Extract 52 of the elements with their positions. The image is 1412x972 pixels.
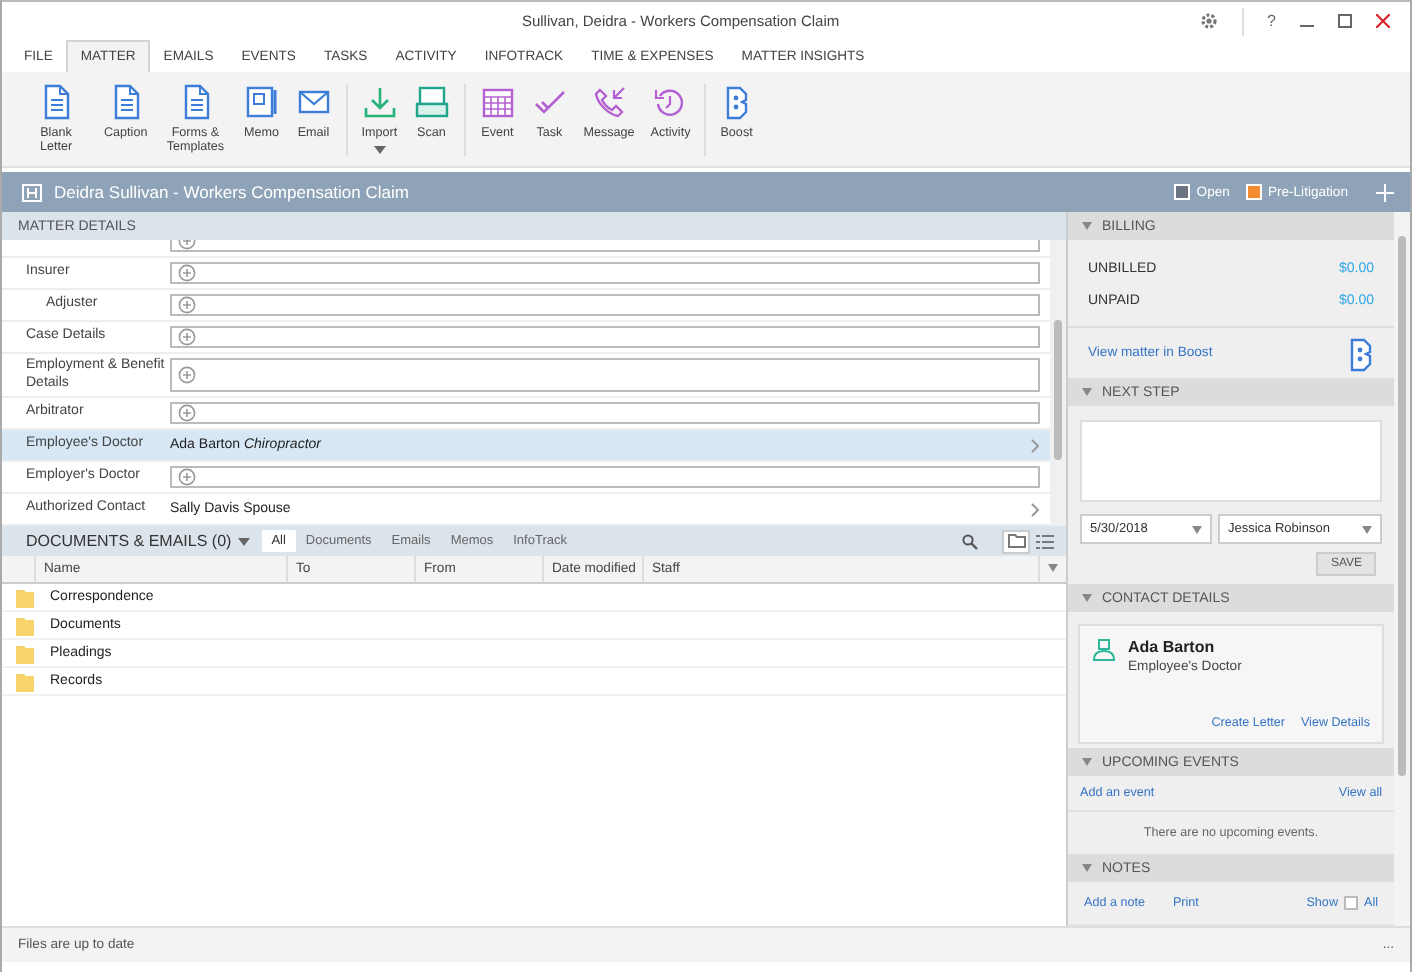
add-icon xyxy=(178,264,196,282)
document-icon xyxy=(40,84,72,120)
phone-icon xyxy=(591,84,627,120)
show-all-checkbox[interactable] xyxy=(1344,896,1358,910)
matter-title: Deidra Sullivan - Workers Compensation Claim xyxy=(54,182,411,202)
add-icon xyxy=(178,328,196,346)
add-icon xyxy=(178,468,196,486)
caret-icon xyxy=(1362,525,1372,533)
maximize-icon[interactable] xyxy=(1338,14,1352,28)
memo-icon xyxy=(243,84,280,120)
input-field[interactable] xyxy=(170,326,1040,348)
caret-icon xyxy=(1192,525,1202,533)
add-icon xyxy=(178,366,196,384)
collapse-icon xyxy=(1082,864,1092,872)
section-title: DOCUMENTS & EMAILS (0) xyxy=(26,532,232,550)
caret-icon xyxy=(373,146,386,155)
input-field[interactable] xyxy=(170,358,1040,392)
matter-icon xyxy=(22,183,42,201)
collapse-icon xyxy=(1082,388,1092,396)
collapse-icon xyxy=(1082,222,1092,230)
dropdown-icon xyxy=(1048,564,1058,572)
scanner-icon xyxy=(413,84,450,120)
boost-icon xyxy=(722,84,751,120)
collapse-icon xyxy=(1082,758,1092,766)
scrollbar[interactable] xyxy=(1394,212,1410,926)
calendar-icon xyxy=(479,84,516,120)
input-field[interactable] xyxy=(170,294,1040,316)
add-icon xyxy=(178,404,196,422)
collapse-icon xyxy=(1082,594,1092,602)
search-icon[interactable] xyxy=(962,533,978,549)
download-icon xyxy=(361,84,398,120)
input-field[interactable] xyxy=(170,262,1040,284)
boost-icon xyxy=(1346,335,1374,371)
chevron-icon xyxy=(1030,437,1040,453)
help-button[interactable]: ? xyxy=(1267,12,1276,30)
person-icon xyxy=(1092,638,1116,662)
history-icon xyxy=(652,84,689,120)
settings-icon[interactable] xyxy=(1199,12,1218,30)
list-view-button[interactable] xyxy=(1030,529,1058,553)
document-icon xyxy=(179,84,212,120)
input-field[interactable] xyxy=(170,466,1040,488)
add-icon xyxy=(178,296,196,314)
next-step-field[interactable] xyxy=(1080,420,1382,502)
folder-view-button[interactable] xyxy=(1002,529,1030,553)
input-field[interactable] xyxy=(170,402,1040,424)
chevron-icon xyxy=(1030,501,1040,517)
contact-name: Ada Barton xyxy=(1128,638,1217,656)
add-icon[interactable] xyxy=(1376,183,1394,201)
close-icon[interactable] xyxy=(1376,14,1390,28)
caret-icon xyxy=(237,537,250,545)
scrollbar[interactable] xyxy=(1050,240,1066,526)
document-icon xyxy=(109,84,142,120)
